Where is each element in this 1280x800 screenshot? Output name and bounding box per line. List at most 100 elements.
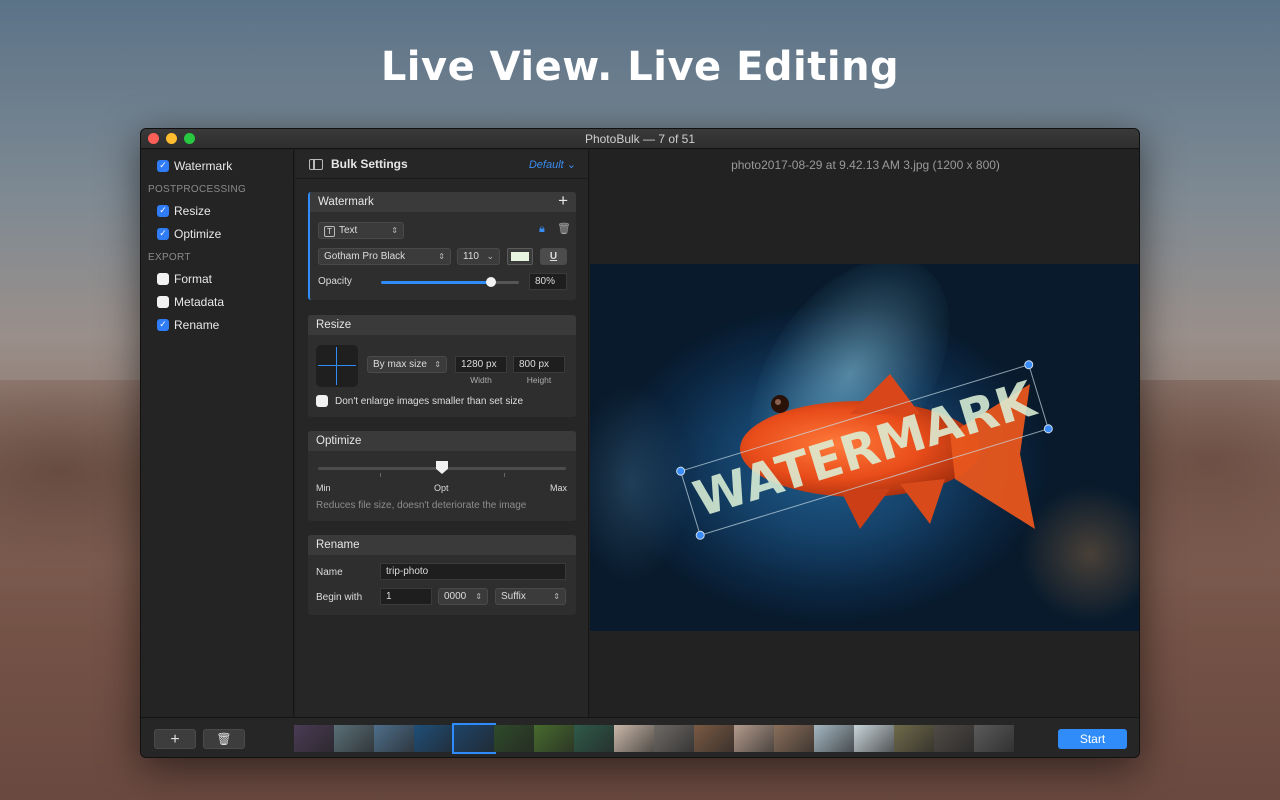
thumbnail[interactable] bbox=[452, 723, 496, 754]
card-title: Resize bbox=[316, 319, 352, 331]
add-images-button[interactable]: + bbox=[154, 729, 196, 749]
start-button[interactable]: Start bbox=[1058, 729, 1127, 749]
optimize-hint: Reduces file size, doesn't deteriorate t… bbox=[316, 500, 527, 511]
trash-icon: 🗑︎ bbox=[216, 732, 232, 746]
close-window-button[interactable] bbox=[148, 133, 159, 144]
thumbnail[interactable] bbox=[374, 725, 414, 752]
optimize-slider-knob[interactable] bbox=[436, 461, 448, 474]
thumbnail[interactable] bbox=[854, 725, 894, 752]
height-field[interactable]: 800 px bbox=[513, 356, 565, 373]
card-header: Rename bbox=[308, 535, 576, 555]
thumbnail[interactable] bbox=[334, 725, 374, 752]
thumbnail[interactable] bbox=[894, 725, 934, 752]
sidebar-item-watermark[interactable]: ✓ Watermark bbox=[141, 154, 293, 177]
remove-images-button[interactable]: 🗑︎ bbox=[203, 729, 245, 749]
minimize-window-button[interactable] bbox=[166, 133, 177, 144]
preset-label: Default bbox=[528, 158, 564, 171]
name-field[interactable]: trip-photo bbox=[380, 563, 566, 580]
sidebar-item-optimize[interactable]: ✓ Optimize bbox=[141, 222, 293, 245]
optimize-slider[interactable] bbox=[318, 461, 566, 477]
dont-enlarge-label: Don't enlarge images smaller than set si… bbox=[335, 395, 524, 407]
font-select[interactable]: Gotham Pro Black ⇕ bbox=[318, 248, 451, 265]
thumbnail[interactable] bbox=[614, 725, 654, 752]
sidebar-item-rename[interactable]: ✓ Rename bbox=[141, 313, 293, 336]
watermark-type-select[interactable]: T Text ⇕ bbox=[318, 222, 404, 239]
begin-with-field[interactable]: 1 bbox=[380, 588, 432, 605]
trash-icon[interactable]: 🗑︎ bbox=[557, 222, 571, 235]
color-swatch bbox=[511, 252, 529, 261]
card-title: Rename bbox=[316, 539, 360, 551]
sidebar-item-label: Metadata bbox=[174, 294, 225, 309]
checkbox-checked-icon[interactable]: ✓ bbox=[157, 159, 169, 172]
width-field[interactable]: 1280 px bbox=[455, 356, 507, 373]
opacity-slider-knob[interactable] bbox=[486, 277, 497, 287]
section-label-export: EXPORT bbox=[148, 252, 191, 263]
checkbox-checked-icon[interactable]: ✓ bbox=[157, 204, 169, 217]
dont-enlarge-checkbox-row[interactable]: Don't enlarge images smaller than set si… bbox=[316, 395, 523, 407]
watermark-type-value: Text bbox=[339, 225, 358, 236]
checkbox-checked-icon[interactable]: ✓ bbox=[157, 227, 169, 240]
preview-filename: photo2017-08-29 at 9.42.13 AM 3.jpg (120… bbox=[731, 158, 1000, 172]
height-label: Height bbox=[526, 375, 552, 385]
stepper-arrows-icon: ⇕ bbox=[553, 592, 560, 601]
thumbnail[interactable] bbox=[494, 725, 534, 752]
resize-mode-select[interactable]: By max size ⇕ bbox=[367, 356, 447, 373]
font-value: Gotham Pro Black bbox=[324, 251, 406, 262]
thumbnail[interactable] bbox=[934, 725, 974, 752]
optimize-opt-label: Opt bbox=[434, 483, 449, 493]
optimize-min-label: Min bbox=[316, 483, 331, 493]
sidebar-item-format[interactable]: Format bbox=[141, 267, 293, 290]
card-title: Watermark bbox=[318, 196, 374, 208]
thumbnail[interactable] bbox=[654, 725, 694, 752]
sidebar-item-resize[interactable]: ✓ Resize bbox=[141, 199, 293, 222]
sidebar-item-label: Resize bbox=[174, 203, 211, 218]
checkbox-unchecked-icon[interactable] bbox=[157, 272, 169, 285]
settings-panel: Bulk Settings Default ⌄ Watermark + T Tex… bbox=[295, 150, 589, 717]
checkbox-unchecked-icon[interactable] bbox=[316, 395, 328, 407]
thumbnail[interactable] bbox=[734, 725, 774, 752]
opacity-slider[interactable] bbox=[381, 277, 519, 287]
opacity-value-field[interactable]: 80% bbox=[529, 273, 567, 290]
font-size-combo[interactable]: 110 ⌄ bbox=[457, 248, 500, 265]
bottom-toolbar: + 🗑︎ Start bbox=[141, 717, 1139, 757]
opacity-slider-fill bbox=[381, 281, 492, 284]
stepper-arrows-icon: ⇕ bbox=[475, 592, 482, 601]
thumbnail[interactable] bbox=[774, 725, 814, 752]
add-watermark-button[interactable]: + bbox=[558, 192, 568, 211]
section-label-postprocessing: POSTPROCESSING bbox=[148, 184, 247, 195]
underline-icon: U bbox=[549, 251, 558, 262]
digits-value: 0000 bbox=[444, 591, 467, 602]
thumbnail[interactable] bbox=[534, 725, 574, 752]
checkbox-checked-icon[interactable]: ✓ bbox=[157, 318, 169, 331]
position-value: Suffix bbox=[501, 591, 526, 602]
zoom-window-button[interactable] bbox=[184, 133, 195, 144]
lock-icon[interactable]: 🔒︎ bbox=[539, 223, 545, 236]
color-well[interactable] bbox=[507, 248, 533, 265]
sidebar-item-label: Optimize bbox=[174, 226, 222, 241]
preview-image[interactable]: WATERMARK bbox=[590, 264, 1139, 631]
thumbnail[interactable] bbox=[974, 725, 1014, 752]
sidebar-item-metadata[interactable]: Metadata bbox=[141, 290, 293, 313]
name-value: trip-photo bbox=[386, 566, 429, 577]
sidebar-toggle-icon[interactable] bbox=[309, 158, 323, 170]
name-label: Name bbox=[316, 567, 343, 578]
sidebar: ✓ Watermark POSTPROCESSING ✓ Resize ✓ Op… bbox=[141, 150, 294, 717]
checkbox-unchecked-icon[interactable] bbox=[157, 295, 169, 308]
thumbnail[interactable] bbox=[814, 725, 854, 752]
text-type-icon: T bbox=[324, 226, 335, 237]
thumbnail[interactable] bbox=[294, 725, 334, 752]
opacity-label: Opacity bbox=[318, 276, 352, 287]
app-window: PhotoBulk — 7 of 51 ✓ Watermark POSTPROC… bbox=[140, 128, 1140, 758]
font-size-value: 110 bbox=[463, 251, 479, 262]
position-select[interactable]: Suffix ⇕ bbox=[495, 588, 566, 605]
card-header: Resize bbox=[308, 315, 576, 335]
underline-button[interactable]: U bbox=[540, 248, 567, 265]
preset-dropdown[interactable]: Default ⌄ bbox=[529, 158, 576, 171]
thumbnail[interactable] bbox=[574, 725, 614, 752]
digits-select[interactable]: 0000 ⇕ bbox=[438, 588, 488, 605]
thumbnail[interactable] bbox=[414, 725, 454, 752]
card-title: Optimize bbox=[316, 435, 362, 447]
plus-icon: + bbox=[170, 731, 180, 748]
thumbnail[interactable] bbox=[694, 725, 734, 752]
stepper-arrows-icon: ⇕ bbox=[438, 252, 445, 261]
